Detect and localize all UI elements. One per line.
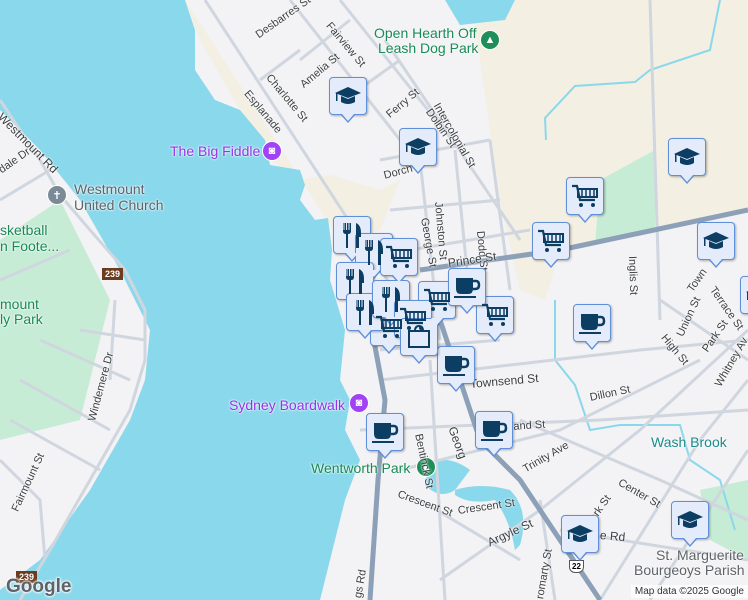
school-marker[interactable] — [561, 515, 599, 561]
cup-marker[interactable] — [573, 304, 611, 350]
shopping-bag-icon — [406, 325, 432, 349]
poi-sydney-boardwalk[interactable]: Sydney Boardwalk — [229, 397, 345, 413]
cup-marker[interactable] — [448, 268, 486, 314]
google-logo: Google — [6, 576, 72, 597]
route-239-shield: 239 — [102, 268, 124, 280]
poi-basketball-line1[interactable]: sketball — [0, 222, 47, 238]
graduation-cap-icon — [676, 509, 704, 531]
park-tree-icon[interactable]: ▲ — [480, 30, 500, 50]
label-wash-brook: Wash Brook — [651, 434, 727, 450]
church-icon[interactable]: ✝ — [47, 185, 67, 205]
school-marker[interactable] — [697, 222, 735, 268]
cup-marker[interactable] — [366, 413, 404, 459]
coffee-cup-icon — [453, 274, 481, 300]
street-label: Inglis St — [626, 255, 640, 296]
school-marker[interactable] — [399, 128, 437, 174]
camera-icon[interactable]: ◙ — [349, 393, 369, 413]
route-22-shield: 22 — [569, 560, 584, 573]
shopping-cart-icon — [481, 302, 509, 328]
poi-big-fiddle[interactable]: The Big Fiddle — [170, 143, 260, 159]
coffee-cup-icon — [371, 419, 399, 445]
shopping-cart-icon — [423, 287, 451, 313]
cup-marker[interactable] — [475, 411, 513, 457]
poi-westmount-church-line1[interactable]: Westmount — [74, 181, 145, 197]
fork-knife-icon — [352, 298, 378, 326]
school-marker[interactable] — [740, 276, 748, 314]
shopping-cart-icon — [537, 228, 565, 254]
poi-westmount-park-line1[interactable]: mount — [0, 296, 39, 312]
cart-marker[interactable] — [476, 296, 514, 342]
street-label: land St — [510, 418, 546, 433]
school-marker[interactable] — [671, 501, 709, 547]
graduation-cap-icon — [702, 230, 730, 252]
coffee-cup-icon — [442, 352, 470, 378]
poi-parish-line1[interactable]: St. Marguerite — [656, 547, 744, 563]
graduation-cap-icon — [566, 523, 594, 545]
poi-parish-line2[interactable]: Bourgeoys Parish — [634, 562, 745, 578]
graduation-cap-icon — [404, 136, 432, 158]
cart-marker[interactable] — [532, 222, 570, 268]
poi-westmount-park-line2[interactable]: ly Park — [0, 311, 43, 327]
cart-marker[interactable] — [380, 238, 418, 284]
coffee-cup-icon — [480, 417, 508, 443]
poi-westmount-church-line2[interactable]: United Church — [74, 197, 164, 213]
cup-marker[interactable] — [437, 346, 475, 392]
fork-knife-icon — [342, 267, 368, 295]
coffee-cup-icon — [578, 310, 606, 336]
cart-marker[interactable] — [566, 177, 604, 223]
graduation-cap-icon — [673, 146, 701, 168]
shopping-cart-icon — [385, 244, 413, 270]
map-attribution[interactable]: Map data ©2025 Google — [630, 585, 748, 598]
poi-dog-park-line1[interactable]: Open Hearth Off — [374, 25, 476, 41]
school-marker[interactable] — [329, 77, 367, 123]
poi-basketball-line2[interactable]: n Foote... — [0, 238, 59, 254]
fork-knife-icon — [361, 238, 387, 266]
school-marker[interactable] — [668, 138, 706, 184]
graduation-cap-icon — [334, 85, 362, 107]
shopping-cart-icon — [571, 183, 599, 209]
camera-icon[interactable]: ◙ — [262, 141, 282, 161]
poi-wentworth-park[interactable]: Wentworth Park — [311, 460, 410, 476]
poi-dog-park-line2[interactable]: Leash Dog Park — [378, 40, 478, 56]
street-label: e Rd — [599, 528, 626, 545]
